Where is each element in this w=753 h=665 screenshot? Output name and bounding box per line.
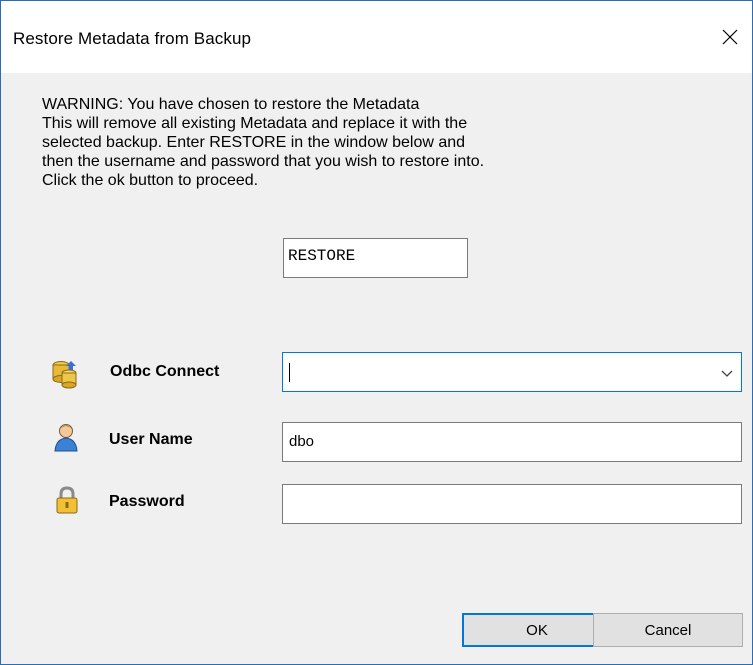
user-name-input[interactable]: dbo bbox=[282, 422, 742, 462]
database-icon bbox=[52, 361, 77, 389]
warning-line: This will remove all existing Metadata a… bbox=[42, 115, 468, 132]
warning-line: WARNING: You have chosen to restore the … bbox=[42, 96, 420, 113]
close-button[interactable] bbox=[708, 17, 752, 57]
warning-line: then the username and password that you … bbox=[42, 153, 485, 170]
dialog-title: Restore Metadata from Backup bbox=[13, 29, 252, 48]
text-cursor bbox=[289, 363, 290, 382]
chevron-down-icon[interactable] bbox=[719, 365, 735, 381]
user-icon bbox=[54, 424, 78, 452]
password-label: Password bbox=[109, 493, 185, 510]
warning-message: WARNING: You have chosen to restore the … bbox=[42, 95, 582, 190]
title-bar: Restore Metadata from Backup bbox=[1, 1, 752, 73]
odbc-connect-label: Odbc Connect bbox=[110, 363, 220, 380]
restore-confirm-input[interactable]: RESTORE bbox=[283, 238, 468, 278]
odbc-connect-select[interactable] bbox=[282, 352, 742, 392]
cancel-button[interactable]: Cancel bbox=[593, 613, 743, 647]
password-input[interactable] bbox=[282, 484, 742, 524]
user-name-label: User Name bbox=[109, 431, 193, 448]
warning-line: selected backup. Enter RESTORE in the wi… bbox=[42, 134, 466, 151]
close-icon bbox=[722, 29, 738, 45]
restore-dialog: Restore Metadata from Backup WARNING: Yo… bbox=[0, 0, 753, 665]
warning-line: Click the ok button to proceed. bbox=[42, 172, 259, 189]
ok-button[interactable]: OK bbox=[462, 613, 612, 647]
lock-icon bbox=[56, 486, 78, 514]
